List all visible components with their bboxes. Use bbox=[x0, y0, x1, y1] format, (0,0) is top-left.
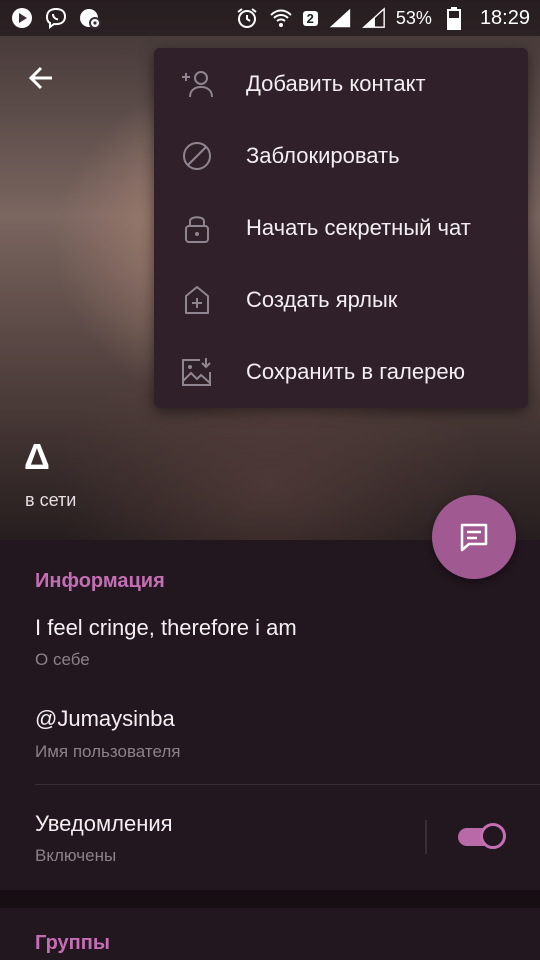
profile-name: Δ bbox=[24, 436, 50, 477]
toggle-thumb bbox=[480, 823, 506, 849]
battery-icon bbox=[442, 6, 466, 30]
add-contact-icon bbox=[180, 67, 214, 101]
status-bar-right: 2 53% 18:29 bbox=[235, 6, 530, 30]
groups-section-title: Группы bbox=[35, 932, 110, 954]
vertical-divider bbox=[425, 820, 427, 854]
message-fab-button[interactable] bbox=[432, 495, 516, 579]
notifications-caption: Включены bbox=[35, 846, 117, 865]
wifi-icon bbox=[269, 6, 293, 30]
menu-item-save-to-gallery[interactable]: Сохранить в галерею bbox=[154, 336, 528, 408]
notifications-toggle[interactable] bbox=[456, 821, 508, 853]
status-bar-left bbox=[10, 6, 102, 30]
clock: 18:29 bbox=[479, 6, 530, 29]
menu-item-secret-chat[interactable]: Начать секретный чат bbox=[154, 192, 528, 264]
add-shortcut-icon bbox=[180, 283, 214, 317]
menu-item-create-shortcut[interactable]: Создать ярлык bbox=[154, 264, 528, 336]
signal-icon-2 bbox=[361, 6, 386, 30]
battery-percent: 53% bbox=[395, 7, 432, 28]
save-to-gallery-icon bbox=[180, 355, 214, 389]
bio-value[interactable]: I feel cringe, therefore i am bbox=[35, 615, 297, 641]
username-value[interactable]: @Jumaysinba bbox=[35, 706, 175, 732]
profile-status: в сети bbox=[25, 490, 77, 510]
menu-item-label: Сохранить в галерею bbox=[246, 359, 466, 384]
notifications-label[interactable]: Уведомления bbox=[35, 811, 173, 837]
notification-settings-icon bbox=[78, 6, 102, 30]
username-caption: Имя пользователя bbox=[35, 742, 181, 761]
bio-caption: О себе bbox=[35, 650, 90, 669]
groups-section: Группы bbox=[0, 908, 540, 960]
alarm-icon bbox=[235, 6, 259, 30]
arrow-left-icon bbox=[28, 66, 52, 90]
menu-item-add-contact[interactable]: Добавить контакт bbox=[154, 48, 528, 120]
viber-icon bbox=[44, 6, 68, 30]
menu-item-label: Создать ярлык bbox=[246, 287, 398, 312]
divider bbox=[35, 784, 540, 785]
menu-item-block[interactable]: Заблокировать bbox=[154, 120, 528, 192]
lock-icon bbox=[180, 211, 214, 245]
play-icon bbox=[10, 6, 34, 30]
info-section: Информация I feel cringe, therefore i am… bbox=[0, 540, 540, 890]
menu-item-label: Добавить контакт bbox=[246, 71, 426, 96]
section-gap bbox=[0, 890, 540, 908]
signal-icon bbox=[328, 6, 352, 30]
info-section-title: Информация bbox=[35, 570, 165, 592]
overflow-menu: Добавить контакт Заблокировать Начать се… bbox=[154, 48, 528, 408]
sim-badge: 2 bbox=[302, 10, 318, 26]
menu-item-label: Заблокировать bbox=[246, 143, 400, 168]
block-icon bbox=[180, 139, 214, 173]
status-bar: 2 53% 18:29 bbox=[0, 0, 540, 36]
back-button[interactable] bbox=[26, 62, 58, 94]
message-icon bbox=[460, 523, 488, 552]
menu-item-label: Начать секретный чат bbox=[246, 215, 471, 240]
